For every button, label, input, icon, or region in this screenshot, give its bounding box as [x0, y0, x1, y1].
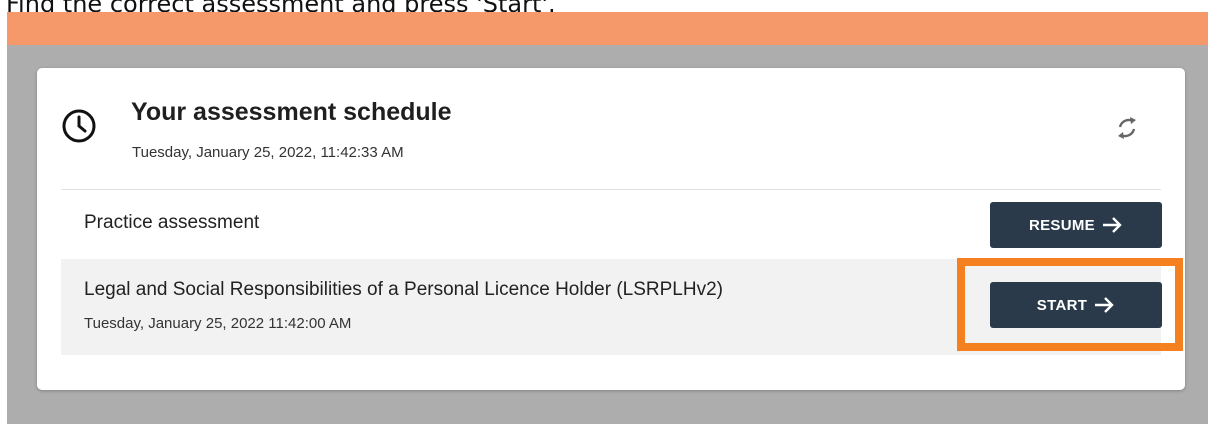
assessment-name: Legal and Social Responsibilities of a P…	[84, 279, 723, 300]
card-title: Your assessment schedule	[131, 98, 452, 126]
arrow-right-icon	[1102, 217, 1122, 233]
refresh-icon[interactable]	[1111, 112, 1143, 144]
assessment-name: Practice assessment	[84, 212, 260, 233]
start-button-highlight	[957, 258, 1183, 351]
current-datetime: Tuesday, January 25, 2022, 11:42:33 AM	[132, 144, 404, 161]
top-banner	[7, 12, 1208, 45]
assessment-row-practice: Practice assessment RESUME	[61, 190, 1162, 258]
resume-button-label: RESUME	[1029, 216, 1095, 234]
clock-icon	[62, 109, 96, 143]
resume-button[interactable]: RESUME	[990, 202, 1162, 248]
assessment-scheduled-datetime: Tuesday, January 25, 2022 11:42:00 AM	[84, 315, 352, 332]
